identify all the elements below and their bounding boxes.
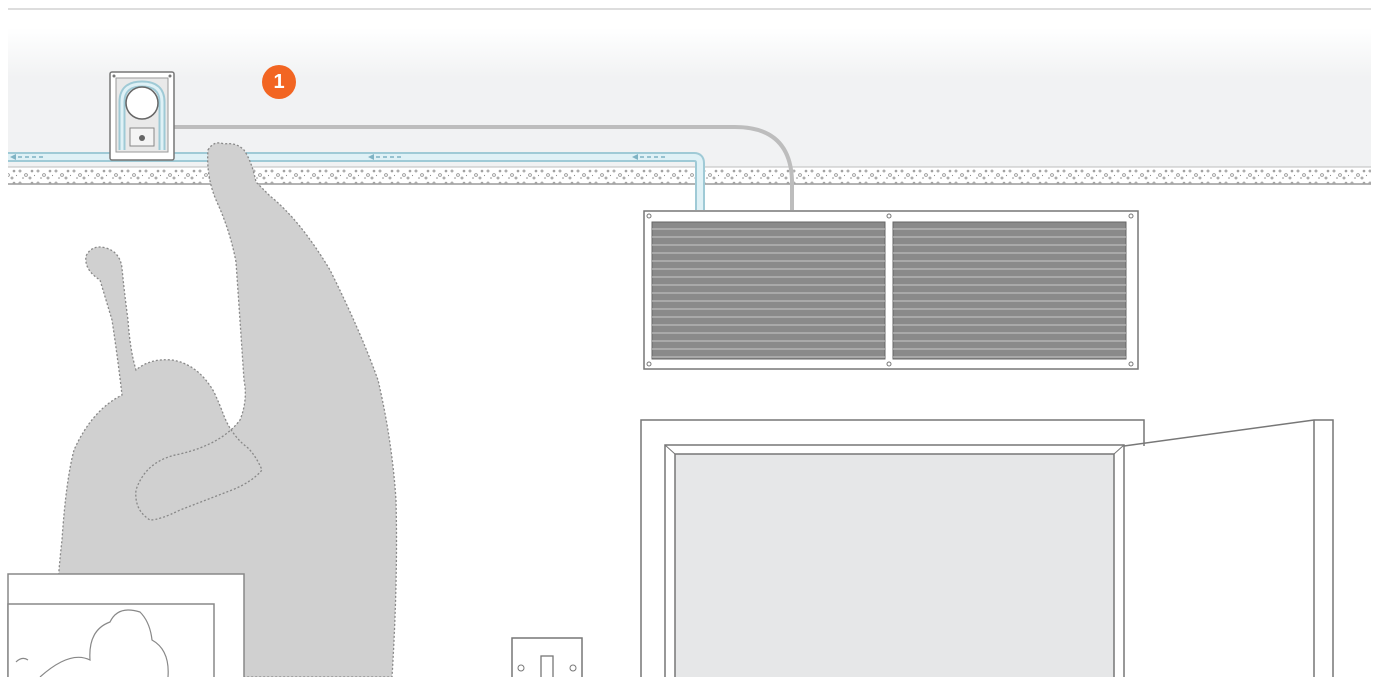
- air-vent-icon: [643, 210, 1139, 370]
- step-number-badge: 1: [262, 65, 296, 99]
- pump-icon: [109, 71, 175, 161]
- light-switch-icon: [511, 637, 583, 677]
- picture-frame-icon: [7, 573, 245, 677]
- door-icon: [640, 419, 1334, 677]
- installation-diagram: [7, 8, 1371, 677]
